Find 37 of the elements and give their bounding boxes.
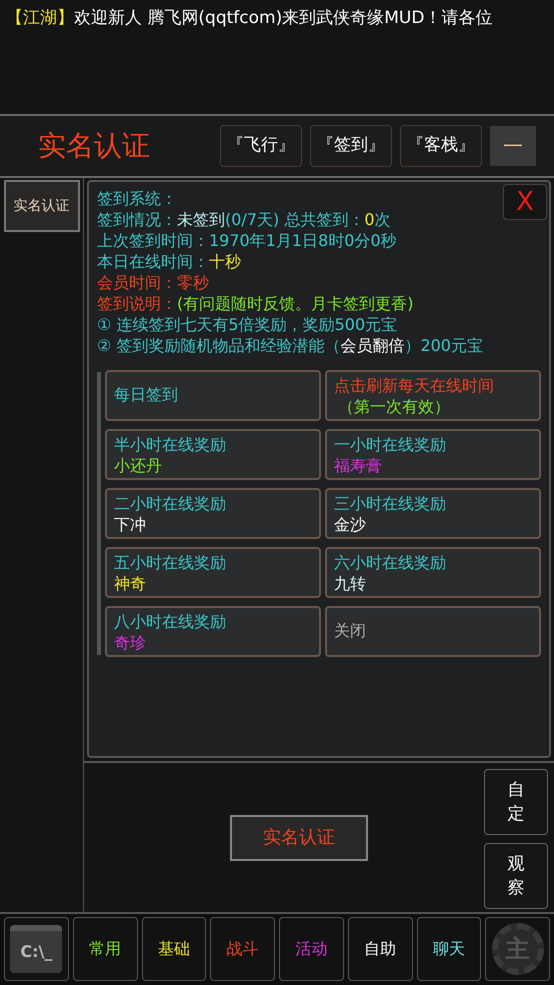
menu-tab[interactable]: 自助 <box>348 917 412 981</box>
menu-tab[interactable]: 活动 <box>279 917 344 981</box>
grid-button[interactable]: 三小时在线奖励 金沙 <box>325 488 541 539</box>
grid-button[interactable]: 八小时在线奖励 奇珍 <box>105 606 321 657</box>
console-button[interactable]: C:\_ <box>4 917 69 981</box>
nav-button[interactable]: 『签到』 <box>310 125 392 167</box>
info-line: 上次签到时间：1970年1月1日8时0分0秒 <box>97 230 397 251</box>
grid-button[interactable]: 五小时在线奖励 神奇 <box>105 547 321 598</box>
info-line: 签到系统： <box>97 188 177 209</box>
page-title: 实名认证 <box>38 128 151 164</box>
info-line: 签到情况：未签到(0/7天) 总共签到：0次 <box>97 209 391 230</box>
info-line: 签到说明：(有问题随时反馈。月卡签到更香) <box>97 293 414 314</box>
menu-tab[interactable]: 基础 <box>142 917 206 981</box>
action-button[interactable]: 实名认证 <box>230 814 368 860</box>
grid-button[interactable]: 半小时在线奖励 小还丹 <box>105 429 321 480</box>
info-line: 会员时间：零秒 <box>97 272 209 293</box>
menu-tab[interactable]: 聊天 <box>416 917 482 981</box>
info-line: ① 连续签到七天有5倍奖励，奖励500元宝 <box>97 314 398 335</box>
grid-button[interactable]: 关闭 <box>325 606 541 657</box>
grid-button[interactable]: 一小时在线奖励 福寿膏 <box>325 429 541 480</box>
marquee-text: 【江湖】欢迎新人 腾飞网(qqtfcom)来到武侠奇缘MUD！请各位 <box>5 7 494 30</box>
grid-button[interactable]: 点击刷新每天在线时间 （第一次有效） <box>325 370 541 421</box>
nav-button[interactable]: 『客栈』 <box>400 125 482 167</box>
side-action-button[interactable]: 自定 <box>484 769 548 835</box>
grid-button[interactable]: 每日签到 <box>105 370 321 421</box>
side-button[interactable]: 实名认证 <box>4 180 80 232</box>
info-line: ② 签到奖励随机物品和经验潜能（会员翻倍）200元宝 <box>97 335 483 356</box>
menu-tab[interactable]: 常用 <box>72 917 138 981</box>
info-line: 本日在线时间：十秒 <box>97 251 241 272</box>
grid-button[interactable]: 六小时在线奖励 九转 <box>325 547 541 598</box>
minimize-button[interactable]: 一 <box>490 126 536 166</box>
menu-tab[interactable]: 战斗 <box>210 917 275 981</box>
side-action-button[interactable]: 观察 <box>484 843 548 909</box>
close-button[interactable]: X <box>503 184 547 220</box>
nav-button[interactable]: 『飞行』 <box>220 125 302 167</box>
console-icon: C:\_ <box>10 925 62 973</box>
grid-button[interactable]: 二小时在线奖励 下冲 <box>105 488 321 539</box>
